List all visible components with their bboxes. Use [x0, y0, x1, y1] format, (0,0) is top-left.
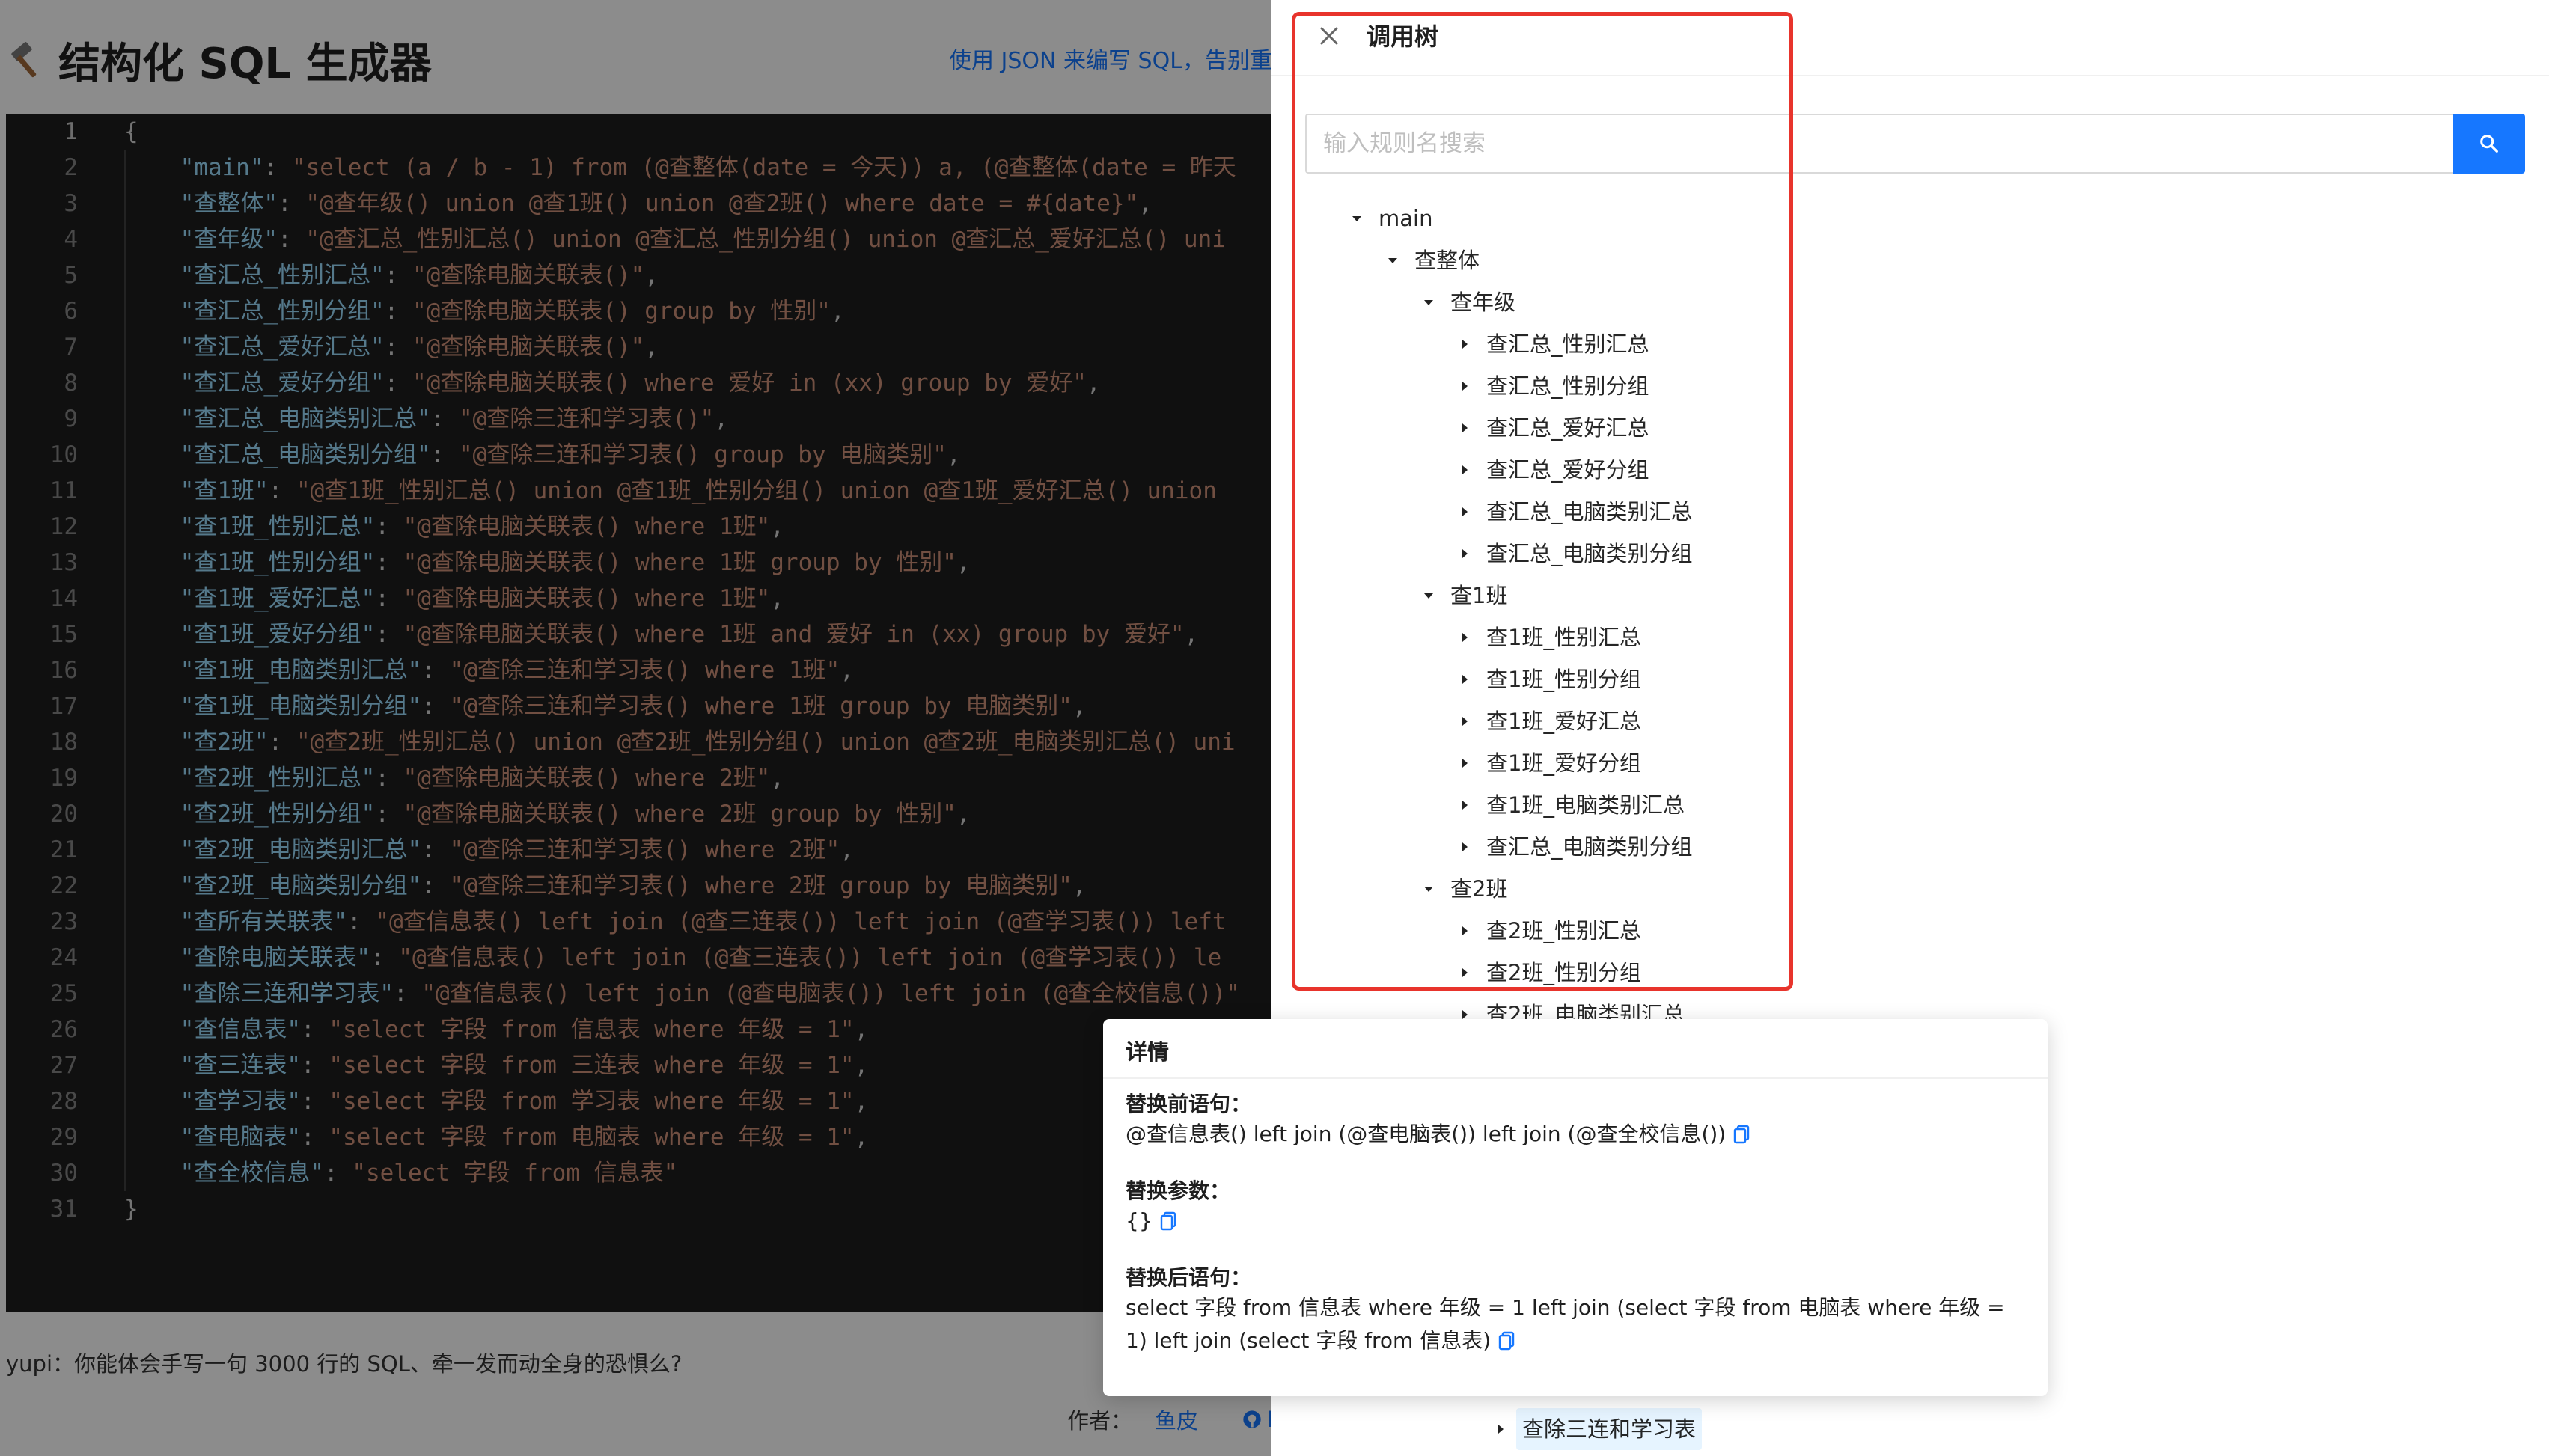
params-label: 替换参数： [1126, 1178, 1231, 1203]
tree-node[interactable]: 查汇总_爱好分组 [1449, 449, 1655, 491]
tree-node[interactable]: 查汇总_电脑类别汇总 [1449, 491, 1699, 533]
tree-node[interactable]: main [1341, 198, 1438, 239]
tree-node[interactable]: 查1班_性别分组 [1449, 658, 1647, 700]
tree-node-label: 查年级 [1450, 290, 1516, 315]
tree-node[interactable]: 查1班_性别汇总 [1449, 617, 1647, 658]
tree-node-label: 查汇总_电脑类别分组 [1486, 834, 1693, 860]
after-value: select 字段 from 信息表 where 年级 = 1 left joi… [1126, 1295, 2005, 1353]
tree-node[interactable]: 查2班_性别分组 [1449, 952, 1647, 994]
tree-node[interactable]: 查汇总_爱好汇总 [1449, 407, 1655, 449]
search-icon [2480, 135, 2498, 153]
popover-title: 详情 [1126, 1039, 1170, 1065]
caret-right-icon[interactable] [1485, 1408, 1516, 1450]
caret-right-icon[interactable] [1449, 449, 1480, 491]
tree-node[interactable]: 查年级 [1413, 281, 1521, 323]
tree-node[interactable]: 查1班 [1413, 575, 1513, 617]
tree-node[interactable]: 查1班_爱好分组 [1449, 742, 1647, 784]
tree-node-label: 查汇总_性别分组 [1486, 373, 1649, 399]
caret-down-icon[interactable] [1377, 239, 1408, 281]
tree-node-label: 查1班_性别分组 [1486, 667, 1641, 692]
caret-right-icon[interactable] [1449, 617, 1480, 658]
after-value-row: select 字段 from 信息表 where 年级 = 1 left joi… [1126, 1291, 2024, 1357]
tree-node-label: 查汇总_爱好汇总 [1486, 415, 1649, 441]
tree-node-label: 查整体 [1414, 248, 1480, 273]
tree-node-label: main [1379, 206, 1433, 231]
caret-down-icon[interactable] [1413, 281, 1444, 323]
tree-node-label: 查汇总_电脑类别汇总 [1486, 499, 1693, 524]
tree-node-label: 查汇总_爱好分组 [1486, 457, 1649, 483]
tree-node-label: 查1班_电脑类别汇总 [1486, 792, 1685, 818]
tree-node[interactable]: 查汇总_性别汇总 [1449, 323, 1655, 365]
copy-icon[interactable] [1733, 1125, 1750, 1144]
tree-node-label: 查汇总_电脑类别分组 [1486, 541, 1693, 566]
tree-node-label: 查2班_性别分组 [1486, 960, 1641, 985]
tree-node[interactable]: 查1班_爱好汇总 [1449, 700, 1647, 742]
caret-right-icon[interactable] [1449, 323, 1480, 365]
copy-icon[interactable] [1498, 1331, 1515, 1351]
rule-search-input[interactable] [1305, 114, 2453, 174]
detail-popover: 详情 替换前语句： @查信息表() left join (@查电脑表()) le… [1103, 1019, 2048, 1396]
params-value-row: {} [1126, 1205, 2024, 1238]
caret-right-icon[interactable] [1449, 742, 1480, 784]
search-button[interactable] [2453, 114, 2525, 174]
caret-right-icon[interactable] [1449, 700, 1480, 742]
caret-right-icon[interactable] [1449, 658, 1480, 700]
tree-node-label: 查汇总_性别汇总 [1486, 331, 1649, 357]
tree-node-label: 查1班 [1450, 583, 1508, 608]
caret-right-icon[interactable] [1449, 491, 1480, 533]
caret-right-icon[interactable] [1449, 365, 1480, 407]
caret-right-icon[interactable] [1449, 952, 1480, 994]
tree-node[interactable]: 查2班 [1413, 868, 1513, 910]
tree-node-label: 查2班 [1450, 876, 1508, 902]
caret-down-icon[interactable] [1413, 868, 1444, 910]
tree-node-label: 查1班_爱好汇总 [1486, 709, 1641, 734]
tree-node[interactable]: 查汇总_电脑类别分组 [1449, 533, 1699, 575]
tree-node[interactable]: 查1班_电脑类别汇总 [1449, 784, 1691, 826]
tree-node[interactable]: 查2班_性别汇总 [1449, 910, 1647, 952]
after-label: 替换后语句： [1126, 1265, 1252, 1290]
tree-node-label: 查1班_爱好分组 [1486, 750, 1641, 776]
tree-node[interactable]: 查整体 [1377, 239, 1486, 281]
caret-right-icon[interactable] [1449, 533, 1480, 575]
params-value: {} [1126, 1208, 1153, 1233]
close-icon[interactable] [1316, 22, 1343, 49]
drawer-title: 调用树 [1367, 22, 1439, 51]
caret-down-icon[interactable] [1413, 575, 1444, 617]
tree-node-label: 查1班_性别汇总 [1486, 625, 1641, 650]
caret-right-icon[interactable] [1449, 784, 1480, 826]
caret-right-icon[interactable] [1449, 826, 1480, 868]
tree-node[interactable]: 查汇总_电脑类别分组 [1449, 826, 1699, 868]
before-value-row: @查信息表() left join (@查电脑表()) left join (@… [1126, 1118, 2024, 1151]
copy-icon[interactable] [1160, 1211, 1176, 1231]
tree-node-label: 查2班_性别汇总 [1486, 918, 1641, 943]
tree-node[interactable]: 查汇总_性别分组 [1449, 365, 1655, 407]
drawer-header: 调用树 [1271, 0, 2549, 76]
before-value: @查信息表() left join (@查电脑表()) left join (@… [1126, 1122, 1727, 1146]
tree-node[interactable]: 查除三连和学习表 [1485, 1408, 1703, 1450]
drawer-mask[interactable] [0, 0, 1271, 1456]
caret-right-icon[interactable] [1449, 910, 1480, 952]
caret-right-icon[interactable] [1449, 407, 1480, 449]
before-label: 替换前语句： [1126, 1092, 1252, 1116]
caret-down-icon[interactable] [1341, 198, 1373, 239]
popover-divider [1103, 1077, 2048, 1079]
tree-node-label: 查除三连和学习表 [1516, 1408, 1703, 1450]
